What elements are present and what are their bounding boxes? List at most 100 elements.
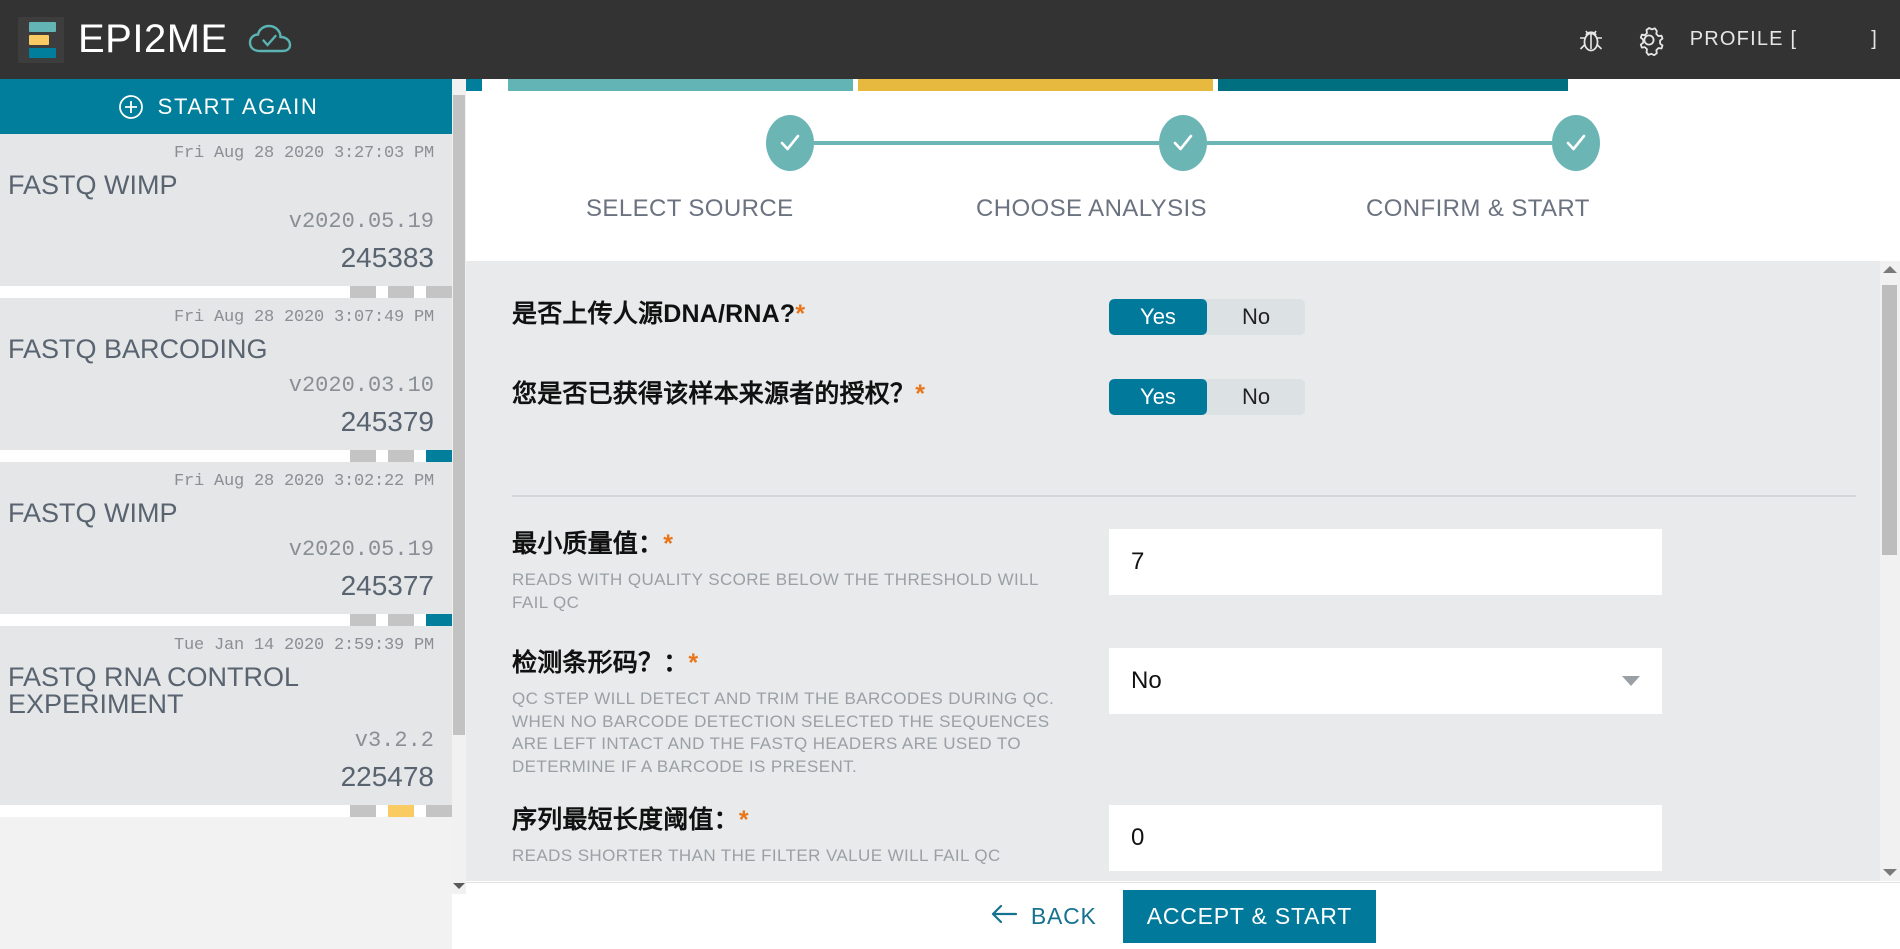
- toggle-option-no[interactable]: No: [1207, 379, 1305, 415]
- progress-segment: [388, 286, 414, 298]
- job-list: Fri Aug 28 2020 3:27:03 PM FASTQ WIMP v202…: [0, 134, 452, 949]
- profile-menu[interactable]: PROFILE [ ]: [1690, 28, 1878, 51]
- job-card[interactable]: Fri Aug 28 2020 3:02:22 PM FASTQ WIMP v202…: [0, 462, 452, 614]
- question-label: 是否上传人源DNA/RNA?*: [512, 300, 806, 328]
- step-label-1: CHOOSE ANALYSIS: [976, 195, 1207, 222]
- field-label: 最小质量值：*: [512, 530, 674, 558]
- job-version: v2020.03.10: [288, 373, 434, 398]
- form-field-row: 序列最短长度阈值：* READS SHORTER THAN THE FILTER…: [466, 779, 1900, 871]
- field-label: 序列最短长度阈值：*: [512, 805, 749, 834]
- job-timestamp: Tue Jan 14 2020 2:59:39 PM: [173, 636, 434, 655]
- sidebar-scroll-thumb[interactable]: [453, 95, 465, 735]
- job-id: 225478: [340, 761, 434, 792]
- accept-and-start-button[interactable]: ACCEPT & START: [1122, 889, 1377, 943]
- form-field-row: 最小质量值：* READS WITH QUALITY SCORE BELOW T…: [466, 497, 1900, 614]
- form-scrollbar[interactable]: [1880, 261, 1900, 881]
- color-bar-0: [466, 79, 482, 91]
- sidebar-scroll-down-icon[interactable]: [452, 878, 466, 894]
- form-scroll-up-icon[interactable]: [1880, 261, 1900, 279]
- step-indicator-confirm-start[interactable]: [1552, 115, 1600, 171]
- gear-icon[interactable]: [1632, 23, 1666, 57]
- form-scroll-thumb[interactable]: [1882, 285, 1897, 555]
- color-bar-3: [1218, 79, 1568, 91]
- progress-segment: [388, 805, 414, 817]
- barcode-detection-value: No: [1131, 667, 1162, 695]
- step-connector-1: [814, 141, 1159, 145]
- toggle-option-no[interactable]: No: [1207, 299, 1305, 335]
- progress-segment: [388, 450, 414, 462]
- progress-segment: [350, 805, 376, 817]
- brand-logo[interactable]: EPI2ME: [0, 16, 292, 63]
- start-again-label: START AGAIN: [157, 93, 319, 119]
- wizard-stepper: SELECT SOURCE CHOOSE ANALYSIS CONFIRM & …: [466, 93, 1900, 261]
- progress-segment: [350, 450, 376, 462]
- job-card[interactable]: Fri Aug 28 2020 3:07:49 PM FASTQ BARCODIN…: [0, 298, 452, 450]
- stepper-track: [466, 93, 1900, 193]
- consent-toggle[interactable]: Yes No: [1109, 379, 1305, 415]
- field-help-text: READS SHORTER THAN THE FILTER VALUE WILL…: [512, 845, 1001, 865]
- human-dna-toggle[interactable]: Yes No: [1109, 299, 1305, 335]
- app-root: EPI2ME PROFILE [] START AGAIN Fri Aug 2…: [0, 0, 1900, 949]
- cloud-check-icon: [248, 24, 292, 56]
- question-label: 您是否已获得该样本来源者的授权？*: [512, 380, 926, 408]
- progress-segment: [350, 286, 376, 298]
- form-question-row: 是否上传人源DNA/RNA?* Yes No: [466, 261, 1900, 335]
- step-indicator-select-source[interactable]: [766, 115, 814, 171]
- barcode-detection-select[interactable]: No: [1109, 648, 1662, 715]
- bug-icon[interactable]: [1574, 23, 1608, 57]
- job-progress-bar: [0, 614, 452, 626]
- sidebar-scroll-up-icon[interactable]: [452, 79, 466, 95]
- form-action-bar: BACK ACCEPT & START: [466, 882, 1900, 949]
- min-quality-input[interactable]: 7: [1109, 529, 1662, 595]
- progress-segment: [426, 614, 452, 626]
- form-question-row: 您是否已获得该样本来源者的授权？* Yes No: [466, 335, 1900, 415]
- step-label-0: SELECT SOURCE: [586, 195, 794, 222]
- required-asterisk: *: [663, 530, 674, 558]
- progress-segment: [426, 286, 452, 298]
- start-again-button[interactable]: START AGAIN: [0, 79, 466, 134]
- form-field-row: 检测条形码？：* QC STEP WILL DETECT AND TRIM TH…: [466, 614, 1900, 778]
- job-progress-bar: [0, 286, 452, 298]
- toggle-option-yes[interactable]: Yes: [1109, 299, 1207, 335]
- arrow-left-icon: [990, 903, 1018, 930]
- color-bar-2: [858, 79, 1213, 91]
- job-workflow-name: FASTQ WIMP: [8, 170, 178, 200]
- step-label-2: CONFIRM & START: [1366, 195, 1590, 222]
- workflow-color-bars: [466, 79, 1900, 91]
- profile-label-prefix: PROFILE [: [1689, 28, 1798, 50]
- sidebar: START AGAIN Fri Aug 28 2020 3:27:03 PM FA…: [0, 79, 466, 949]
- job-version: v2020.05.19: [288, 537, 434, 562]
- progress-segment: [426, 805, 452, 817]
- field-label: 检测条形码？：*: [512, 649, 699, 678]
- form-scroll-down-icon[interactable]: [1880, 863, 1900, 881]
- plus-circle-icon: [118, 94, 144, 120]
- job-version: v2020.05.19: [288, 209, 434, 234]
- job-version: v3.2.2: [354, 728, 434, 753]
- job-id: 245379: [340, 406, 434, 437]
- job-card[interactable]: Tue Jan 14 2020 2:59:39 PM FASTQ RNA CONT…: [0, 626, 452, 805]
- min-length-input[interactable]: 0: [1109, 804, 1662, 871]
- step-connector-2: [1207, 141, 1552, 145]
- job-workflow-name: FASTQ WIMP: [8, 498, 178, 528]
- job-id: 245377: [340, 570, 434, 601]
- color-bar-1: [508, 79, 853, 91]
- progress-segment: [350, 614, 376, 626]
- job-timestamp: Fri Aug 28 2020 3:27:03 PM: [173, 144, 434, 163]
- required-asterisk: *: [738, 805, 749, 834]
- form-content: 是否上传人源DNA/RNA?* Yes No 您是否已获得该样本来源者的授权？*: [466, 261, 1900, 871]
- progress-segment: [426, 450, 452, 462]
- header-actions: PROFILE [ ]: [1574, 23, 1900, 57]
- step-indicator-choose-analysis[interactable]: [1159, 115, 1207, 171]
- job-workflow-name: FASTQ BARCODING: [8, 334, 268, 364]
- profile-label-suffix: ]: [1871, 28, 1878, 50]
- back-label: BACK: [1030, 902, 1097, 929]
- progress-segment: [388, 614, 414, 626]
- job-card[interactable]: Fri Aug 28 2020 3:27:03 PM FASTQ WIMP v202…: [0, 134, 452, 286]
- job-timestamp: Fri Aug 28 2020 3:07:49 PM: [173, 308, 434, 327]
- brand-title: EPI2ME: [78, 17, 228, 61]
- back-button[interactable]: BACK: [990, 903, 1097, 930]
- sidebar-scrollbar[interactable]: [452, 79, 466, 894]
- required-asterisk: *: [688, 649, 699, 678]
- required-asterisk: *: [915, 380, 926, 408]
- toggle-option-yes[interactable]: Yes: [1109, 379, 1207, 415]
